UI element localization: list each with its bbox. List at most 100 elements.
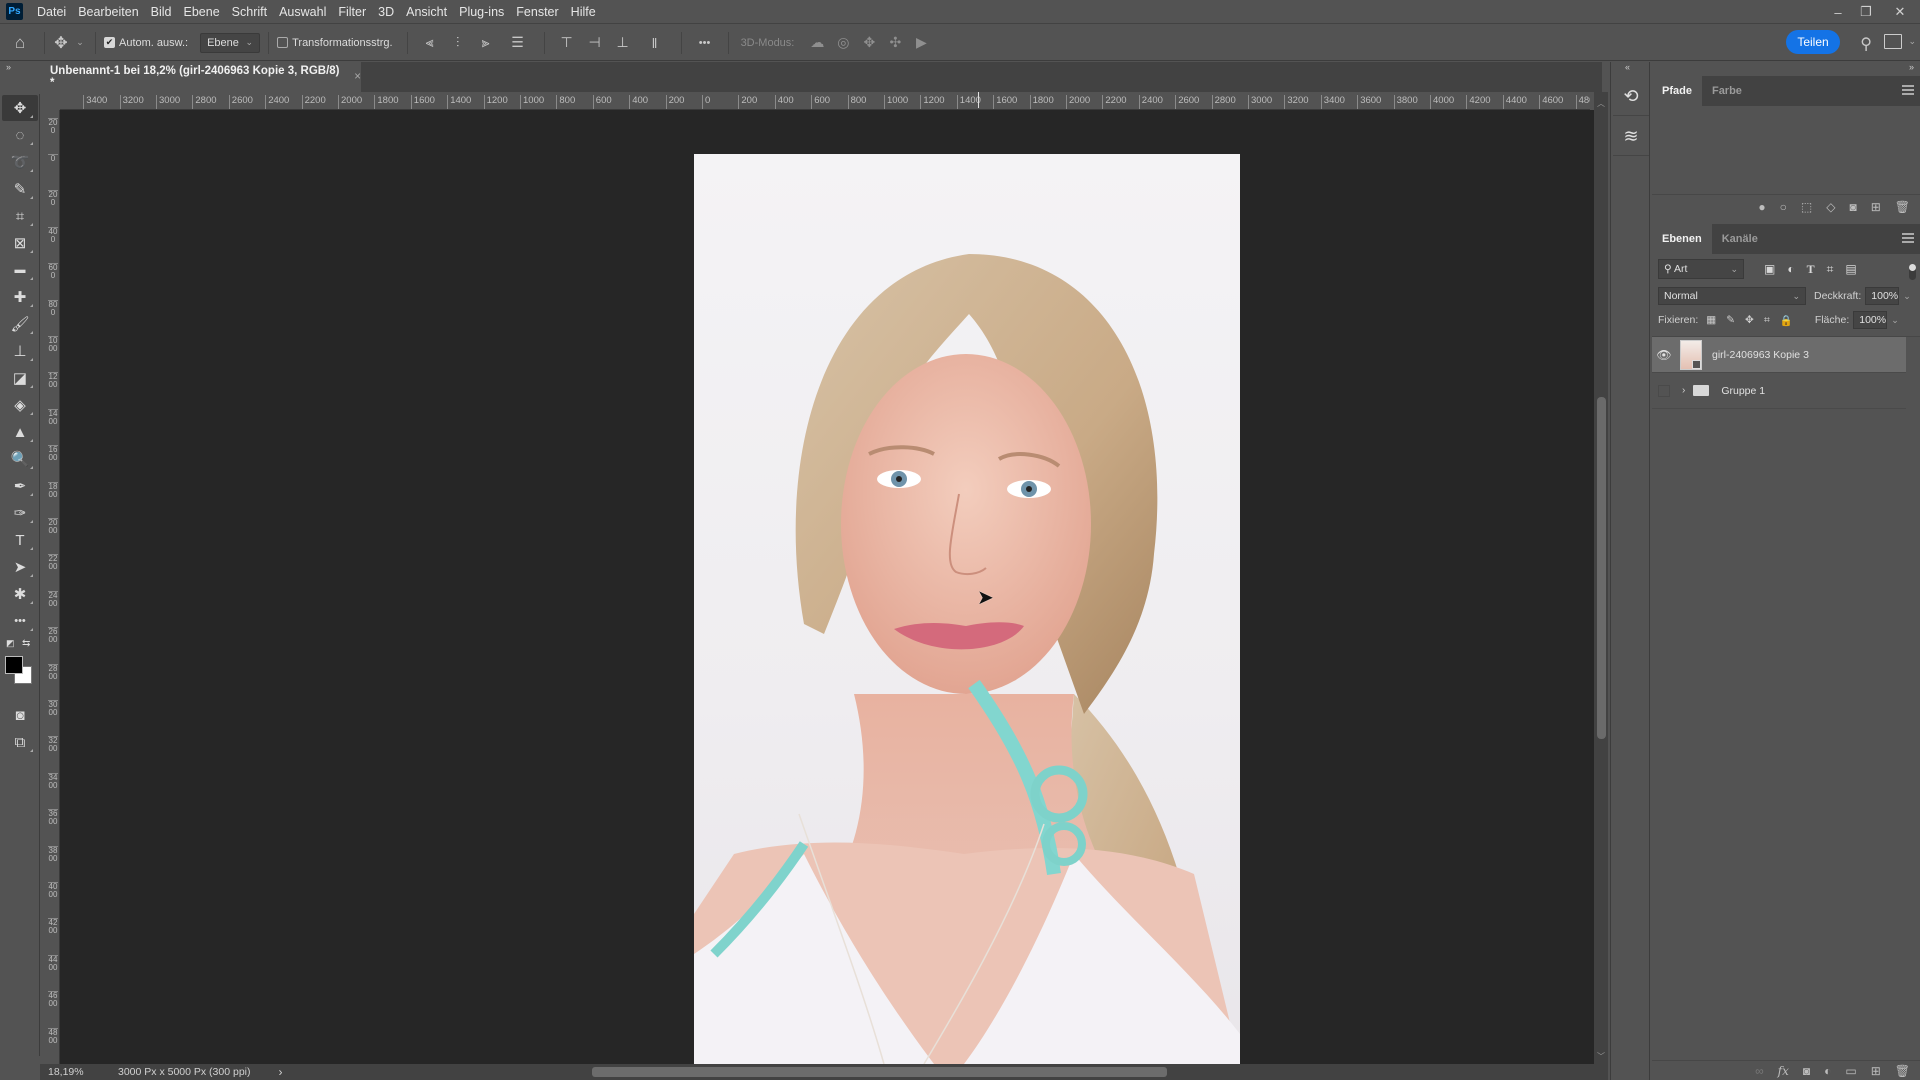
blur-tool-button[interactable]: ▲: [2, 419, 38, 445]
3d-roll-icon[interactable]: ◎: [830, 34, 856, 51]
align-right-icon[interactable]: ⫸: [472, 34, 500, 51]
ruler-tool-button[interactable]: ▬: [2, 257, 38, 283]
tab-pfade[interactable]: Pfade: [1652, 76, 1702, 106]
home-icon[interactable]: ⌂: [0, 33, 40, 53]
vertical-scrollbar-thumb[interactable]: [1597, 397, 1606, 739]
filter-smart-object-icon[interactable]: ▤: [1845, 262, 1856, 277]
canvas-area[interactable]: ➤: [60, 110, 1600, 1064]
menu-ansicht[interactable]: Ansicht: [406, 5, 447, 19]
distribute-vertical-icon[interactable]: ☰: [500, 34, 536, 51]
new-layer-icon[interactable]: ⊞: [1871, 1064, 1881, 1078]
expand-toolbar-icon[interactable]: »: [0, 62, 46, 74]
scroll-up-icon[interactable]: ︿: [1597, 98, 1605, 109]
document-image[interactable]: [694, 154, 1240, 1064]
tab-ebenen[interactable]: Ebenen: [1652, 224, 1712, 254]
menu-fenster[interactable]: Fenster: [516, 5, 558, 19]
document-tab[interactable]: Unbenannt-1 bei 18,2% (girl-2406963 Kopi…: [46, 62, 361, 92]
default-colors-icon[interactable]: ◩: [6, 638, 15, 649]
panel-menu-icon[interactable]: [1902, 233, 1914, 243]
type-tool-button[interactable]: T: [2, 527, 38, 553]
eraser-tool-button[interactable]: ◪: [2, 365, 38, 391]
quick-selection-tool-button[interactable]: ✎: [2, 176, 38, 202]
blend-mode-dropdown[interactable]: Normal ⌄: [1658, 287, 1806, 305]
screen-mode-button[interactable]: ⧉: [2, 729, 38, 755]
lasso-tool-button[interactable]: ➰: [2, 149, 38, 175]
3d-pan-icon[interactable]: ✥: [856, 34, 882, 51]
history-panel-button[interactable]: ⟲: [1613, 78, 1649, 116]
move-tool-button[interactable]: ✥: [2, 95, 38, 121]
layer-effects-icon[interactable]: fx: [1778, 1064, 1789, 1078]
delete-layer-icon[interactable]: 🗑: [1895, 1064, 1910, 1078]
filter-pixel-icon[interactable]: ▣: [1764, 262, 1775, 277]
shape-tool-button[interactable]: ✱: [2, 581, 38, 607]
3d-camera-icon[interactable]: ▶: [908, 34, 934, 51]
quick-mask-button[interactable]: ◙: [2, 702, 38, 728]
3d-slide-icon[interactable]: ✣: [882, 34, 908, 51]
chevron-down-icon[interactable]: ⌄: [1903, 291, 1911, 302]
restore-button[interactable]: ❐: [1852, 0, 1880, 24]
lock-position-icon[interactable]: ✥: [1745, 314, 1754, 326]
layer-row[interactable]: › Gruppe 1: [1652, 373, 1906, 409]
close-window-button[interactable]: ✕: [1880, 0, 1920, 24]
lock-transparent-icon[interactable]: ▦: [1706, 314, 1716, 326]
align-left-icon[interactable]: ⫷: [416, 34, 444, 51]
dodge-tool-button[interactable]: 🔍: [2, 446, 38, 472]
menu-filter[interactable]: Filter: [338, 5, 366, 19]
status-info-arrow[interactable]: ›: [279, 1065, 283, 1079]
expand-panels-icon[interactable]: »: [1652, 62, 1920, 76]
menu-hilfe[interactable]: Hilfe: [571, 5, 596, 19]
share-button[interactable]: Teilen: [1786, 30, 1840, 54]
visibility-toggle-empty[interactable]: [1652, 384, 1676, 397]
horizontal-scrollbar[interactable]: [286, 1066, 1586, 1078]
healing-brush-tool-button[interactable]: ✚: [2, 284, 38, 310]
paint-bucket-tool-button[interactable]: ◈: [2, 392, 38, 418]
filter-toggle[interactable]: [1909, 264, 1916, 280]
expand-group-icon[interactable]: ›: [1682, 385, 1685, 396]
align-top-icon[interactable]: ⊤: [553, 34, 581, 51]
lock-pixels-icon[interactable]: ✎: [1726, 314, 1735, 326]
foreground-color-swatch[interactable]: [5, 656, 23, 674]
frame-tool-button[interactable]: ⊠: [2, 230, 38, 256]
load-selection-icon[interactable]: ⬚: [1801, 200, 1812, 214]
auto-select-checkbox[interactable]: ✔: [104, 37, 115, 48]
menu-schrift[interactable]: Schrift: [232, 5, 267, 19]
stroke-path-icon[interactable]: ○: [1780, 200, 1787, 214]
clone-stamp-tool-button[interactable]: ⊥: [2, 338, 38, 364]
crop-tool-button[interactable]: ⌗: [2, 203, 38, 229]
lock-all-icon[interactable]: 🔒: [1780, 314, 1793, 327]
vertical-scrollbar[interactable]: ︿ ﹀: [1594, 92, 1608, 1064]
collapse-panels-icon[interactable]: «: [1611, 62, 1649, 76]
new-adjustment-layer-icon[interactable]: ◐: [1824, 1064, 1831, 1078]
layer-row[interactable]: 👁 girl-2406963 Kopie 3: [1652, 337, 1906, 373]
panel-menu-icon[interactable]: [1902, 85, 1914, 95]
move-tool-preset-icon[interactable]: ✥: [49, 33, 73, 53]
ruler-origin[interactable]: [46, 92, 60, 110]
workspace-icon[interactable]: [1884, 34, 1902, 49]
fill-field[interactable]: 100%: [1853, 311, 1888, 329]
chevron-down-icon[interactable]: ⌄: [1908, 36, 1916, 47]
align-horizontal-center-icon[interactable]: ⫶: [444, 34, 472, 51]
3d-orbit-icon[interactable]: ☁: [804, 34, 830, 51]
zoom-level[interactable]: 18,19%: [48, 1066, 102, 1078]
add-mask-icon[interactable]: ◙: [1849, 200, 1856, 214]
path-selection-tool-button[interactable]: ➤: [2, 554, 38, 580]
tab-farbe[interactable]: Farbe: [1702, 76, 1752, 106]
visibility-eye-icon[interactable]: 👁: [1652, 348, 1676, 362]
horizontal-ruler[interactable]: 3400 3200 3000 2800 2600 2400 2200 2000 1800 1600…: [60, 92, 1590, 110]
swap-colors-icon[interactable]: ⇆: [22, 638, 30, 649]
link-layers-icon[interactable]: ∞: [1755, 1064, 1764, 1078]
delete-path-icon[interactable]: 🗑: [1895, 200, 1910, 214]
new-group-icon[interactable]: ▭: [1845, 1064, 1856, 1078]
make-work-path-icon[interactable]: ◇: [1826, 200, 1835, 214]
align-vertical-center-icon[interactable]: ⊣: [581, 34, 609, 51]
filter-adjustment-icon[interactable]: ◐: [1787, 262, 1794, 277]
menu-bearbeiten[interactable]: Bearbeiten: [78, 5, 138, 19]
horizontal-scrollbar-thumb[interactable]: [592, 1067, 1167, 1077]
fill-path-icon[interactable]: ●: [1758, 200, 1765, 214]
brush-tool-button[interactable]: 🖌: [2, 311, 38, 337]
menu-bild[interactable]: Bild: [151, 5, 172, 19]
add-layer-mask-icon[interactable]: ◙: [1803, 1064, 1810, 1078]
more-options-button[interactable]: •••: [690, 37, 720, 49]
filter-type-icon[interactable]: T: [1807, 262, 1815, 277]
new-path-icon[interactable]: ⊞: [1871, 200, 1881, 214]
